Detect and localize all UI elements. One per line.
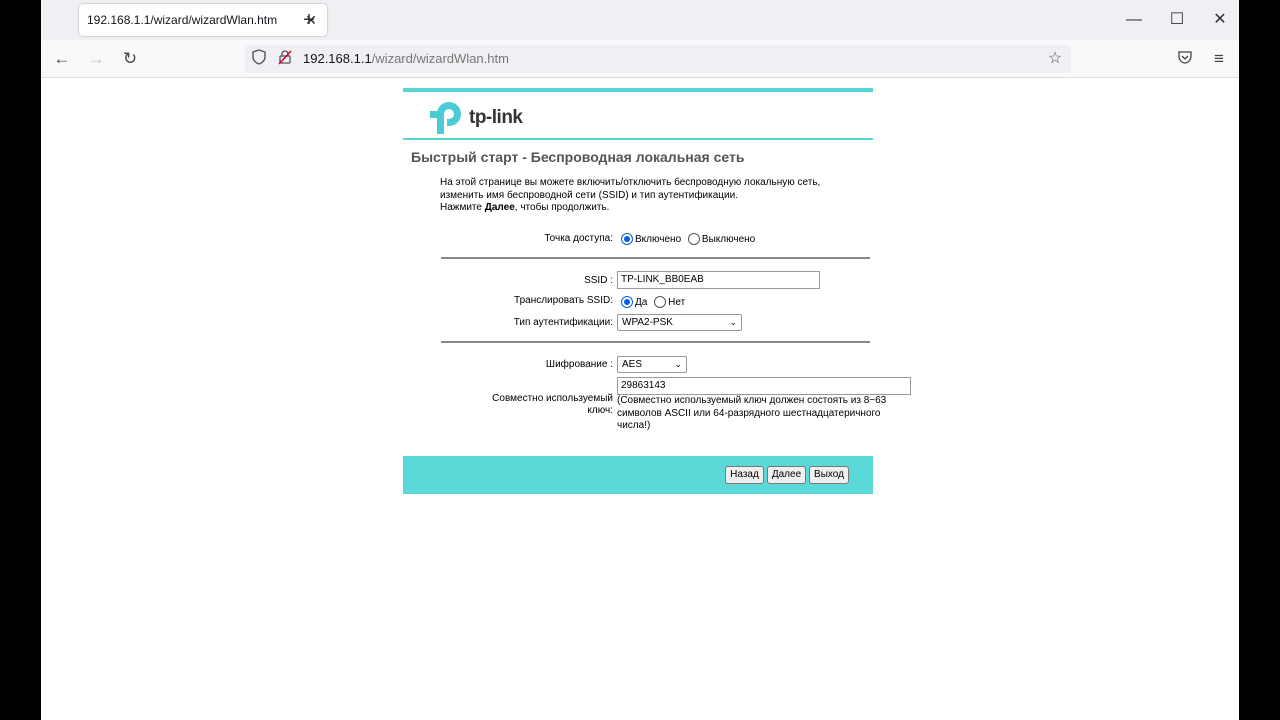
- shield-icon[interactable]: [249, 49, 269, 69]
- tab-bar: 192.168.1.1/wizard/wizardWlan.htm ✕ + — …: [41, 0, 1239, 40]
- url-path: /wizard/wizardWlan.htm: [371, 51, 509, 66]
- desc-line-2: изменить имя беспроводной сети (SSID) и …: [440, 189, 738, 201]
- desc-line-1: На этой странице вы можете включить/откл…: [440, 177, 821, 188]
- browser-tab[interactable]: 192.168.1.1/wizard/wizardWlan.htm ✕: [79, 4, 327, 36]
- minimize-icon[interactable]: —: [1119, 8, 1149, 32]
- insecure-lock-icon[interactable]: [275, 49, 295, 69]
- menu-icon[interactable]: ≡: [1207, 48, 1231, 72]
- ap-radio-group: Включено Выключено: [621, 233, 755, 245]
- divider: [441, 341, 870, 343]
- shared-key-label-line1: Совместно используемый: [492, 393, 613, 404]
- back-button[interactable]: Назад: [725, 466, 764, 484]
- maximize-icon[interactable]: ☐: [1162, 8, 1192, 32]
- ap-off-label: Выключено: [701, 234, 756, 245]
- reload-icon[interactable]: ↻: [118, 48, 142, 72]
- broadcast-ssid-label: Транслировать SSID:: [514, 295, 613, 306]
- button-bar: Назад Далее Выход: [403, 456, 873, 494]
- new-tab-icon[interactable]: +: [297, 8, 321, 32]
- chevron-down-icon: ⌄: [729, 317, 737, 327]
- url-host: 192.168.1.1: [303, 51, 372, 66]
- page-title: Быстрый старт - Беспроводная локальная с…: [411, 149, 745, 165]
- navigation-bar: ← → ↻ 192.168.1.1/wizard/wizardWlan.htm …: [41, 40, 1239, 78]
- shared-key-note: (Совместно используемый ключ должен сост…: [617, 395, 887, 431]
- divider: [441, 257, 870, 259]
- tab-title: 192.168.1.1/wizard/wizardWlan.htm: [87, 13, 278, 27]
- auth-type-label: Тип аутентификации:: [513, 317, 613, 328]
- encryption-label: Шифрование :: [545, 359, 613, 370]
- desc-line-3-bold: Далее: [484, 202, 515, 213]
- tp-link-logo-icon: [430, 102, 461, 134]
- url-text: 192.168.1.1/wizard/wizardWlan.htm: [303, 51, 509, 66]
- shared-key-label: Совместно используемый ключ:: [443, 393, 613, 417]
- encryption-select[interactable]: AES ⌄: [617, 356, 687, 373]
- header: tp-link: [403, 92, 873, 140]
- desc-line-3-post: , чтобы продолжить.: [514, 202, 610, 213]
- ap-on-radio[interactable]: [621, 233, 633, 245]
- desc-line-3-pre: Нажмите: [440, 202, 485, 213]
- ap-on-label: Включено: [635, 234, 682, 245]
- close-window-icon[interactable]: ✕: [1205, 8, 1235, 32]
- router-wizard-page: tp-link Быстрый старт - Беспроводная лок…: [403, 88, 911, 494]
- ssid-label: SSID :: [584, 275, 613, 286]
- ap-label: Точка доступа:: [544, 233, 613, 244]
- browser-window: 192.168.1.1/wizard/wizardWlan.htm ✕ + — …: [41, 0, 1239, 720]
- broadcast-no-radio[interactable]: [654, 296, 667, 308]
- ap-off-radio[interactable]: [687, 233, 700, 245]
- page-description: На этой странице вы можете включить/откл…: [440, 177, 850, 215]
- broadcast-yes-label: Да: [635, 297, 648, 308]
- back-icon[interactable]: ←: [50, 48, 74, 72]
- auth-type-select[interactable]: WPA2-PSK ⌄: [617, 314, 742, 331]
- exit-button[interactable]: Выход: [809, 466, 849, 484]
- ssid-input[interactable]: TP-LINK_BB0EAB: [617, 271, 820, 289]
- url-bar[interactable]: 192.168.1.1/wizard/wizardWlan.htm ☆: [245, 45, 1071, 73]
- desc-line-3: Нажмите Далее, чтобы продолжить.: [440, 202, 850, 215]
- broadcast-radio-group: Да Нет: [621, 296, 685, 308]
- next-button[interactable]: Далее: [767, 466, 806, 484]
- bookmark-star-icon[interactable]: ☆: [1045, 49, 1065, 69]
- pocket-icon[interactable]: [1173, 48, 1197, 72]
- logo-text: tp-link: [469, 107, 523, 128]
- chevron-down-icon: ⌄: [674, 359, 682, 369]
- auth-type-value: WPA2-PSK: [622, 317, 673, 328]
- broadcast-no-label: Нет: [668, 297, 686, 308]
- shared-key-label-line2: ключ:: [587, 405, 613, 416]
- tp-link-logo: tp-link: [429, 100, 523, 136]
- shared-key-input[interactable]: 29863143: [617, 377, 911, 395]
- forward-icon[interactable]: →: [84, 48, 108, 72]
- broadcast-yes-radio[interactable]: [621, 296, 633, 308]
- encryption-value: AES: [622, 359, 643, 370]
